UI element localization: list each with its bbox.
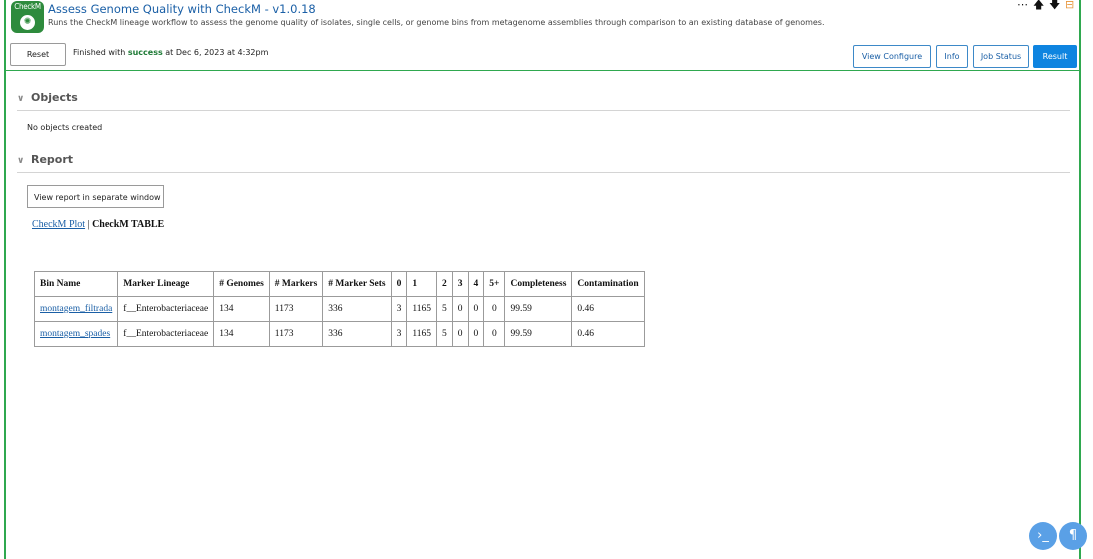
report-heading: Report xyxy=(31,153,74,166)
reset-button[interactable]: Reset xyxy=(10,43,66,66)
report-nav-separator: | xyxy=(87,219,90,230)
table-cell: 0 xyxy=(483,296,506,322)
col-bin-name[interactable]: Bin Name xyxy=(33,271,119,297)
tab-result[interactable]: Result xyxy=(1033,45,1077,68)
objects-section-toggle[interactable]: ∨ Objects xyxy=(17,91,78,104)
table-cell: 0.46 xyxy=(571,296,645,322)
table-cell: 5 xyxy=(436,296,453,322)
table-cell: 99.59 xyxy=(504,321,573,347)
table-cell: 1165 xyxy=(406,296,438,322)
table-cell: 3 xyxy=(390,321,408,347)
cell-toolbar: Reset Finished with success at Dec 6, 20… xyxy=(6,40,1079,71)
checkm-results-table: Bin Name Marker Lineage # Genomes # Mark… xyxy=(33,271,645,347)
table-cell: 134 xyxy=(213,321,270,347)
table-cell: 1173 xyxy=(268,321,324,347)
table-cell: f__Enterobacteriaceae xyxy=(117,296,215,322)
col-0[interactable]: 0 xyxy=(390,271,408,297)
table-row: montagem_filtrada f__Enterobacteriaceae … xyxy=(33,296,645,322)
checkm-table-label: CheckM TABLE xyxy=(92,219,165,230)
no-objects-text: No objects created xyxy=(27,123,103,132)
bin-name-cell: montagem_spades xyxy=(33,321,119,347)
col-2[interactable]: 2 xyxy=(436,271,453,297)
job-status-text: Finished with success at Dec 6, 2023 at … xyxy=(73,48,268,57)
objects-divider xyxy=(17,110,1070,111)
table-cell: 0 xyxy=(451,296,469,322)
app-title: Assess Genome Quality with CheckM - v1.0… xyxy=(48,2,316,16)
table-cell: 5 xyxy=(436,321,453,347)
report-divider xyxy=(17,172,1070,173)
tab-info[interactable]: Info xyxy=(936,45,968,68)
report-nav: CheckM Plot | CheckM TABLE xyxy=(32,219,164,230)
bin-name-cell: montagem_filtrada xyxy=(33,296,119,322)
app-subtitle: Runs the CheckM lineage workflow to asse… xyxy=(48,18,825,27)
col-markers[interactable]: # Markers xyxy=(268,271,324,297)
table-cell: 0 xyxy=(467,296,485,322)
bin-link[interactable]: montagem_filtrada xyxy=(40,304,112,314)
terminal-icon[interactable]: ›_ xyxy=(1029,522,1057,550)
col-marker-sets[interactable]: # Marker Sets xyxy=(322,271,392,297)
table-cell: 1173 xyxy=(268,296,324,322)
paragraph-icon[interactable]: ¶ xyxy=(1059,522,1087,550)
status-prefix: Finished with xyxy=(73,48,126,57)
table-cell: 0.46 xyxy=(571,321,645,347)
table-cell: 336 xyxy=(322,321,392,347)
collapse-icon[interactable]: ⊟ xyxy=(1065,0,1074,11)
table-cell: 1165 xyxy=(406,321,438,347)
col-genomes[interactable]: # Genomes xyxy=(213,271,270,297)
col-1[interactable]: 1 xyxy=(406,271,438,297)
table-cell: 3 xyxy=(390,296,408,322)
brain-icon: ✺ xyxy=(20,15,35,30)
table-cell: 336 xyxy=(322,296,392,322)
table-cell: 0 xyxy=(451,321,469,347)
status-suffix: at Dec 6, 2023 at 4:32pm xyxy=(165,48,269,57)
chevron-down-icon: ∨ xyxy=(17,156,25,166)
table-cell: 0 xyxy=(483,321,506,347)
checkm-plot-link[interactable]: CheckM Plot xyxy=(32,219,85,230)
col-marker-lineage[interactable]: Marker Lineage xyxy=(117,271,215,297)
view-report-separate-window-button[interactable]: View report in separate window xyxy=(27,185,164,208)
arrow-down-icon[interactable]: 🡇 xyxy=(1049,0,1060,11)
col-3[interactable]: 3 xyxy=(451,271,469,297)
chevron-down-icon: ∨ xyxy=(17,94,25,104)
app-cell: CheckM ✺ Assess Genome Quality with Chec… xyxy=(4,0,1081,559)
col-4[interactable]: 4 xyxy=(467,271,485,297)
checkm-app-icon: CheckM ✺ xyxy=(11,1,44,33)
table-cell: f__Enterobacteriaceae xyxy=(117,321,215,347)
report-section-toggle[interactable]: ∨ Report xyxy=(17,153,73,166)
app-icon-label: CheckM xyxy=(14,2,41,11)
more-icon[interactable]: ⋯ xyxy=(1017,0,1028,11)
tab-view-configure[interactable]: View Configure xyxy=(853,45,931,68)
table-cell: 134 xyxy=(213,296,270,322)
table-row: montagem_spades f__Enterobacteriaceae 13… xyxy=(33,321,645,347)
table-header-row: Bin Name Marker Lineage # Genomes # Mark… xyxy=(33,271,645,297)
col-completeness[interactable]: Completeness xyxy=(504,271,573,297)
col-contamination[interactable]: Contamination xyxy=(571,271,645,297)
status-success: success xyxy=(127,48,163,57)
tab-job-status[interactable]: Job Status xyxy=(973,45,1029,68)
arrow-up-icon[interactable]: 🡅 xyxy=(1033,0,1044,11)
col-5plus[interactable]: 5+ xyxy=(483,271,506,297)
table-cell: 99.59 xyxy=(504,296,573,322)
objects-heading: Objects xyxy=(31,91,78,104)
bin-link[interactable]: montagem_spades xyxy=(40,329,110,339)
table-cell: 0 xyxy=(467,321,485,347)
